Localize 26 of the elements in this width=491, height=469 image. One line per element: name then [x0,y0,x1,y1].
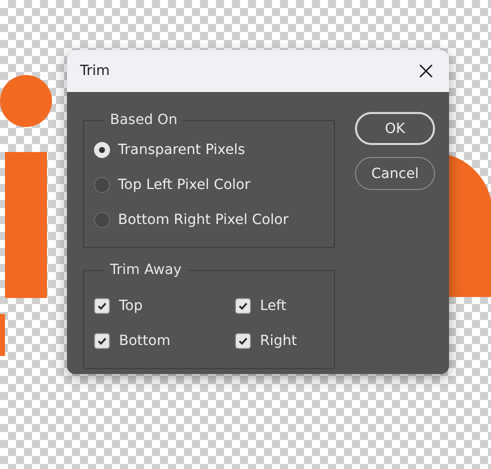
ok-button[interactable]: OK [355,112,435,145]
close-icon [419,64,433,78]
checkbox-label: Bottom [119,332,170,348]
group-title: Based On [109,112,178,128]
checkbox-label: Right [260,332,297,348]
checkbox[interactable] [94,298,110,314]
checkbox-label: Left [260,298,286,314]
check-icon [238,300,248,310]
window-title: Trim [80,63,110,79]
radio-button[interactable] [94,212,110,228]
checkbox[interactable] [235,298,251,314]
group-title: Trim Away [109,262,183,278]
radio-label: Top Left Pixel Color [118,176,250,192]
radio-button[interactable] [94,176,110,192]
radio-label: Transparent Pixels [118,142,246,158]
close-button[interactable] [417,62,435,80]
check-icon [238,336,248,346]
cancel-button[interactable]: Cancel [355,157,435,190]
check-icon [97,300,107,310]
bar-shape [0,314,5,356]
checkbox-label: Top [119,298,143,314]
checkbox[interactable] [235,332,251,348]
radio-label: Bottom Right Pixel Color [118,212,289,228]
check-icon [97,336,107,346]
dot-shape [0,75,52,127]
checkbox[interactable] [94,332,110,348]
